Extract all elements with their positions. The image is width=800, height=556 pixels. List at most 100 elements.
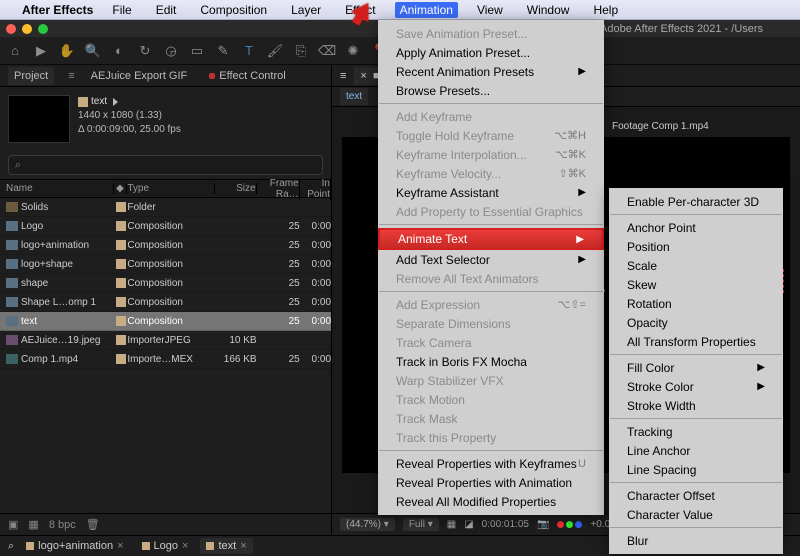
- menu-view[interactable]: View: [472, 2, 508, 18]
- col-size[interactable]: Size: [215, 183, 256, 194]
- zoom-select[interactable]: (44.7%) ▾: [340, 518, 395, 531]
- timeline-tab[interactable]: Logo×: [136, 538, 195, 554]
- menu-item[interactable]: Animate Text▶: [378, 228, 604, 250]
- menu-item[interactable]: Opacity: [609, 313, 783, 332]
- menu-item[interactable]: Position: [609, 237, 783, 256]
- menu-composition[interactable]: Composition: [195, 2, 272, 18]
- label-swatch[interactable]: [116, 259, 126, 269]
- menu-item[interactable]: Skew: [609, 275, 783, 294]
- label-swatch[interactable]: [116, 240, 126, 250]
- trash-icon[interactable]: 🗑: [86, 518, 100, 531]
- table-row[interactable]: textComposition250:00: [0, 312, 331, 331]
- mask-icon[interactable]: ◪: [464, 519, 473, 530]
- menu-animation[interactable]: Animation: [395, 2, 458, 18]
- menu-item[interactable]: Reveal Properties with KeyframesU: [378, 454, 604, 473]
- menu-item[interactable]: Stroke Width: [609, 396, 783, 415]
- pan-behind-tool-icon[interactable]: ◶: [162, 42, 180, 60]
- dropdown-icon[interactable]: [113, 98, 118, 106]
- type-tool-icon[interactable]: T: [240, 42, 258, 60]
- channel-icons[interactable]: [557, 521, 582, 528]
- selection-tool-icon[interactable]: ▶: [32, 42, 50, 60]
- transparency-icon[interactable]: ▦: [447, 519, 456, 530]
- resolution-select[interactable]: Full ▾: [403, 518, 439, 531]
- menu-item[interactable]: All Transform Properties: [609, 332, 783, 351]
- col-type[interactable]: Type: [127, 183, 215, 194]
- menu-item[interactable]: Tracking: [609, 422, 783, 441]
- col-framerate[interactable]: Frame Ra…: [257, 179, 300, 200]
- menu-layer[interactable]: Layer: [286, 2, 326, 18]
- table-row[interactable]: LogoComposition250:00: [0, 217, 331, 236]
- menu-help[interactable]: Help: [588, 2, 623, 18]
- comp-tab-text[interactable]: text: [340, 88, 368, 105]
- tab-aejuice-export[interactable]: AEJuice Export GIF: [85, 67, 194, 85]
- col-label[interactable]: ◆: [114, 183, 128, 194]
- menu-item[interactable]: Reveal All Modified Properties: [378, 492, 604, 511]
- menu-item[interactable]: Scale: [609, 256, 783, 275]
- menu-item[interactable]: Track in Boris FX Mocha: [378, 352, 604, 371]
- menu-item[interactable]: Character Value: [609, 505, 783, 524]
- panel-menu-icon[interactable]: ≡: [340, 70, 346, 82]
- menu-item[interactable]: Blur: [609, 531, 783, 550]
- menu-item[interactable]: Reveal Properties with Animation: [378, 473, 604, 492]
- tab-effect-controls[interactable]: Effect Control: [203, 67, 291, 85]
- menu-item[interactable]: Keyframe Assistant▶: [378, 183, 604, 202]
- bpc-label[interactable]: 8 bpc: [49, 519, 76, 531]
- orbit-tool-icon[interactable]: ◐: [110, 42, 128, 60]
- rotate-tool-icon[interactable]: ↻: [136, 42, 154, 60]
- menu-item[interactable]: Character Offset: [609, 486, 783, 505]
- menu-item[interactable]: Add Text Selector▶: [378, 250, 604, 269]
- table-row[interactable]: SolidsFolder: [0, 198, 331, 217]
- interpret-footage-icon[interactable]: ▣: [8, 518, 18, 531]
- menu-item[interactable]: Line Anchor: [609, 441, 783, 460]
- menu-item[interactable]: Browse Presets...: [378, 81, 604, 100]
- menu-item[interactable]: Fill Color▶: [609, 358, 783, 377]
- menu-file[interactable]: File: [107, 2, 136, 18]
- menu-item[interactable]: Line Spacing: [609, 460, 783, 479]
- table-row[interactable]: shapeComposition250:00: [0, 274, 331, 293]
- label-swatch[interactable]: [116, 297, 126, 307]
- label-swatch[interactable]: [116, 354, 126, 364]
- search-icon[interactable]: ⌕: [8, 540, 14, 553]
- table-row[interactable]: logo+animationComposition250:00: [0, 236, 331, 255]
- clone-tool-icon[interactable]: ⎘: [292, 42, 310, 60]
- menu-window[interactable]: Window: [522, 2, 575, 18]
- menu-item[interactable]: Stroke Color▶: [609, 377, 783, 396]
- table-row[interactable]: AEJuice…19.jpegImporterJPEG10 KB: [0, 331, 331, 350]
- app-name[interactable]: After Effects: [22, 3, 93, 17]
- minimize-icon[interactable]: [22, 24, 32, 34]
- brush-tool-icon[interactable]: 🖌: [266, 42, 284, 60]
- table-row[interactable]: Shape L…omp 1Composition250:00: [0, 293, 331, 312]
- zoom-tool-icon[interactable]: 🔍: [84, 42, 102, 60]
- table-row[interactable]: Comp 1.mp4Importe…MEX166 KB250:00: [0, 350, 331, 369]
- menu-edit[interactable]: Edit: [151, 2, 182, 18]
- menu-item[interactable]: Anchor Point: [609, 218, 783, 237]
- label-swatch[interactable]: [116, 202, 126, 212]
- roto-tool-icon[interactable]: ✺: [344, 42, 362, 60]
- tab-project[interactable]: Project: [8, 67, 54, 85]
- pen-tool-icon[interactable]: ✎: [214, 42, 232, 60]
- eraser-tool-icon[interactable]: ⌫: [318, 42, 336, 60]
- rect-tool-icon[interactable]: ▭: [188, 42, 206, 60]
- timeline-tab[interactable]: logo+animation×: [20, 538, 129, 554]
- close-icon[interactable]: [6, 24, 16, 34]
- label-swatch[interactable]: [116, 278, 126, 288]
- menu-item[interactable]: Enable Per-character 3D: [609, 192, 783, 211]
- snapshot-icon[interactable]: 📷: [537, 519, 549, 530]
- menu-item[interactable]: Recent Animation Presets▶: [378, 62, 604, 81]
- label-swatch[interactable]: [116, 335, 126, 345]
- zoom-icon[interactable]: [38, 24, 48, 34]
- menu-item[interactable]: Rotation: [609, 294, 783, 313]
- hand-tool-icon[interactable]: ✋: [58, 42, 76, 60]
- timecode-display[interactable]: 0:00:01:05: [482, 519, 529, 530]
- col-inpoint[interactable]: In Point: [300, 179, 331, 200]
- table-row[interactable]: logo+shapeComposition250:00: [0, 255, 331, 274]
- label-swatch[interactable]: [116, 221, 126, 231]
- project-search-input[interactable]: ⌕: [8, 155, 323, 175]
- col-name[interactable]: Name: [6, 183, 114, 194]
- panel-menu-icon[interactable]: ≡: [68, 70, 74, 82]
- timeline-tab[interactable]: text×: [200, 538, 252, 554]
- menu-item[interactable]: Apply Animation Preset...: [378, 43, 604, 62]
- home-icon[interactable]: ⌂: [6, 42, 24, 60]
- proxy-icon[interactable]: ▦: [28, 518, 38, 531]
- label-swatch[interactable]: [116, 316, 126, 326]
